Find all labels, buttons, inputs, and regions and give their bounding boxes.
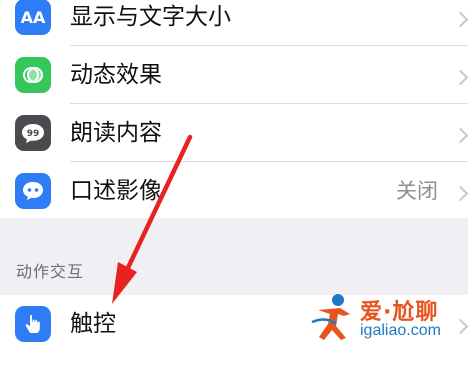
chevron-right-icon <box>452 127 468 144</box>
spoken-content-icon: 99 <box>15 115 51 151</box>
touch-icon <box>15 306 51 342</box>
row-label: 触控 <box>70 311 116 337</box>
chevron-right-icon <box>452 11 468 28</box>
chevron-right-icon <box>452 185 468 202</box>
row-motion[interactable]: 动态效果 <box>0 46 468 104</box>
accessibility-vision-group: AA 显示与文字大小 动态效果 99 朗读内容 口述影像 关闭 <box>0 0 468 218</box>
row-label: 口述影像 <box>70 178 162 204</box>
watermark-url: igaliao.com <box>360 322 441 339</box>
text-size-icon: AA <box>15 0 51 35</box>
motion-icon <box>15 57 51 93</box>
svg-text:99: 99 <box>27 129 40 139</box>
row-value: 关闭 <box>396 179 438 203</box>
row-spoken-content[interactable]: 99 朗读内容 <box>0 104 468 162</box>
audio-description-icon <box>15 173 51 209</box>
row-label: 动态效果 <box>70 62 162 88</box>
row-audio-descriptions[interactable]: 口述影像 关闭 <box>0 162 468 220</box>
chevron-right-icon <box>452 69 468 86</box>
mascot-icon <box>311 294 350 340</box>
row-label: 朗读内容 <box>70 120 162 146</box>
row-display-text-size[interactable]: AA 显示与文字大小 <box>0 0 468 46</box>
row-label: 显示与文字大小 <box>70 4 231 30</box>
watermark-logo: 爱·尬聊 igaliao.com <box>310 292 460 348</box>
section-header: 动作交互 <box>16 262 85 281</box>
